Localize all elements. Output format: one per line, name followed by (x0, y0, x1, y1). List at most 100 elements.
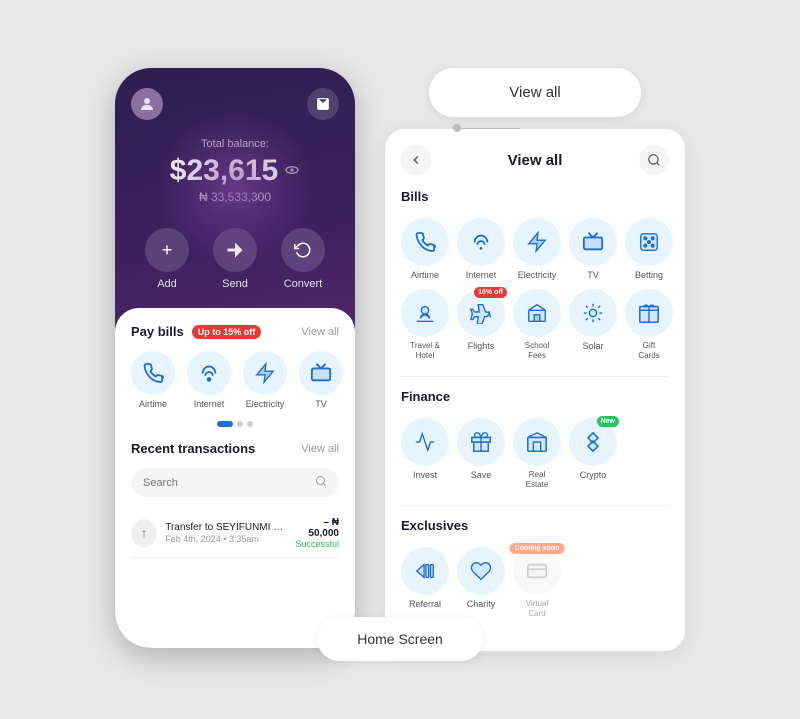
txn-arrow-icon: ↑ (131, 519, 157, 547)
add-button[interactable]: + Add (145, 228, 189, 290)
panel-tv[interactable]: TV (569, 218, 617, 281)
panel-invest-icon (401, 418, 449, 466)
panel-electricity[interactable]: Electricity (513, 218, 561, 281)
recent-txn-header: Recent transactions View all (131, 441, 339, 456)
bill-internet[interactable]: Internet (187, 351, 231, 409)
panel-travel[interactable]: Travel &Hotel (401, 289, 449, 360)
panel-airtime[interactable]: Airtime (401, 218, 449, 281)
panel-save[interactable]: Save (457, 418, 505, 489)
panel-referral-label: Referral (409, 599, 441, 610)
panel-title: View all (508, 152, 563, 169)
internet-icon (187, 351, 231, 395)
balance-naira: ₦ 33,533,300 (115, 190, 355, 204)
balance-section: Total balance: $23,615 ₦ 33,533,300 (115, 128, 355, 220)
connector-line (460, 128, 520, 129)
txn-right: – ₦ 50,000 Successful (293, 517, 339, 549)
panel-solar[interactable]: Solar (569, 289, 617, 360)
bill-electricity[interactable]: Electricity (243, 351, 287, 409)
pay-bills-view-all[interactable]: View all (301, 326, 339, 338)
txn-date: Feb 4th, 2024 • 3:35am (165, 534, 285, 544)
panel-betting[interactable]: Betting (625, 218, 673, 281)
panel-invest[interactable]: Invest (401, 418, 449, 489)
recent-txn-view-all[interactable]: View all (301, 443, 339, 455)
tv-icon (299, 351, 343, 395)
balance-value: $23,615 (170, 154, 278, 188)
convert-button[interactable]: Convert (281, 228, 325, 290)
electricity-label: Electricity (246, 399, 285, 409)
panel-search-button[interactable] (639, 145, 669, 175)
txn-info: Transfer to SEYIFUNMI OLUFE... Feb 4th, … (165, 522, 285, 544)
eye-icon[interactable] (284, 162, 300, 181)
dot-3 (247, 421, 253, 427)
panel-charity-icon (457, 547, 505, 595)
convert-icon (281, 228, 325, 272)
bill-tv[interactable]: TV (299, 351, 343, 409)
exclusives-grid: Referral Charity Coming soon VirtualCard (401, 547, 669, 618)
panel-virtualcard: Coming soon VirtualCard (513, 547, 561, 618)
panel-electricity-label: Electricity (518, 270, 557, 281)
panel-realestate[interactable]: RealEstate (513, 418, 561, 489)
panel-tv-label: TV (587, 270, 599, 281)
phone-home-screen: Total balance: $23,615 ₦ 33,533,300 + Ad… (115, 68, 355, 648)
panel-virtualcard-icon: Coming soon (513, 547, 561, 595)
panel-crypto[interactable]: New Crypto (569, 418, 617, 489)
panel-airtime-icon (401, 218, 449, 266)
panel-internet-icon (457, 218, 505, 266)
panel-solar-label: Solar (582, 341, 603, 352)
avatar[interactable] (131, 88, 163, 120)
main-layout: Total balance: $23,615 ₦ 33,533,300 + Ad… (85, 38, 715, 680)
transaction-item[interactable]: ↑ Transfer to SEYIFUNMI OLUFE... Feb 4th… (131, 509, 339, 558)
panel-internet[interactable]: Internet (457, 218, 505, 281)
panel-virtualcard-label: VirtualCard (526, 599, 549, 618)
panel-crypto-label: Crypto (580, 470, 607, 481)
internet-label: Internet (194, 399, 225, 409)
panel-giftcards[interactable]: GiftCards (625, 289, 673, 360)
finance-section-title: Finance (401, 389, 669, 404)
discount-badge: Up to 15% off (192, 325, 262, 339)
search-bar[interactable] (131, 468, 339, 497)
tv-label: TV (315, 399, 327, 409)
panel-flights-label: Flights (468, 341, 495, 352)
balance-amount: $23,615 (115, 154, 355, 188)
exclusives-section-title: Exclusives (401, 518, 669, 533)
bills-icons-row: Airtime Internet Electricity (131, 351, 339, 409)
crypto-badge: New (597, 416, 619, 427)
finance-grid: Invest Save RealEstate (401, 418, 669, 489)
panel-header: View all (401, 145, 669, 175)
phone-header (115, 68, 355, 128)
panel-internet-label: Internet (466, 270, 497, 281)
bills-section-title: Bills (401, 189, 669, 204)
panel-crypto-icon: New (569, 418, 617, 466)
panel-realestate-icon (513, 418, 561, 466)
panel-school[interactable]: SchoolFees (513, 289, 561, 360)
action-buttons: + Add Send Convert (115, 220, 355, 306)
pay-bills-label: Pay bills (131, 324, 184, 339)
panel-invest-label: Invest (413, 470, 437, 481)
send-button[interactable]: Send (213, 228, 257, 290)
panel-realestate-label: RealEstate (526, 470, 549, 489)
txn-name: Transfer to SEYIFUNMI OLUFE... (165, 522, 285, 533)
divider-1 (401, 376, 669, 377)
left-column: Total balance: $23,615 ₦ 33,533,300 + Ad… (115, 68, 355, 648)
panel-electricity-icon (513, 218, 561, 266)
panel-referral[interactable]: Referral (401, 547, 449, 618)
recent-txn-title: Recent transactions (131, 441, 255, 456)
panel-school-label: SchoolFees (525, 341, 549, 360)
txn-status: Successful (293, 539, 339, 549)
bill-airtime[interactable]: Airtime (131, 351, 175, 409)
airtime-icon (131, 351, 175, 395)
dot-2 (237, 421, 243, 427)
bills-grid: Airtime Internet Electricity (401, 218, 669, 360)
panel-tv-icon (569, 218, 617, 266)
panel-flights[interactable]: 10% off Flights (457, 289, 505, 360)
panel-save-icon (457, 418, 505, 466)
panel-charity[interactable]: Charity (457, 547, 505, 618)
panel-travel-label: Travel &Hotel (410, 341, 440, 360)
panel-solar-icon (569, 289, 617, 337)
panel-airtime-label: Airtime (411, 270, 439, 281)
panel-school-icon (513, 289, 561, 337)
mail-icon[interactable] (307, 88, 339, 120)
back-button[interactable] (401, 145, 431, 175)
search-input[interactable] (143, 477, 307, 489)
view-all-top-button[interactable]: View all (429, 68, 640, 117)
